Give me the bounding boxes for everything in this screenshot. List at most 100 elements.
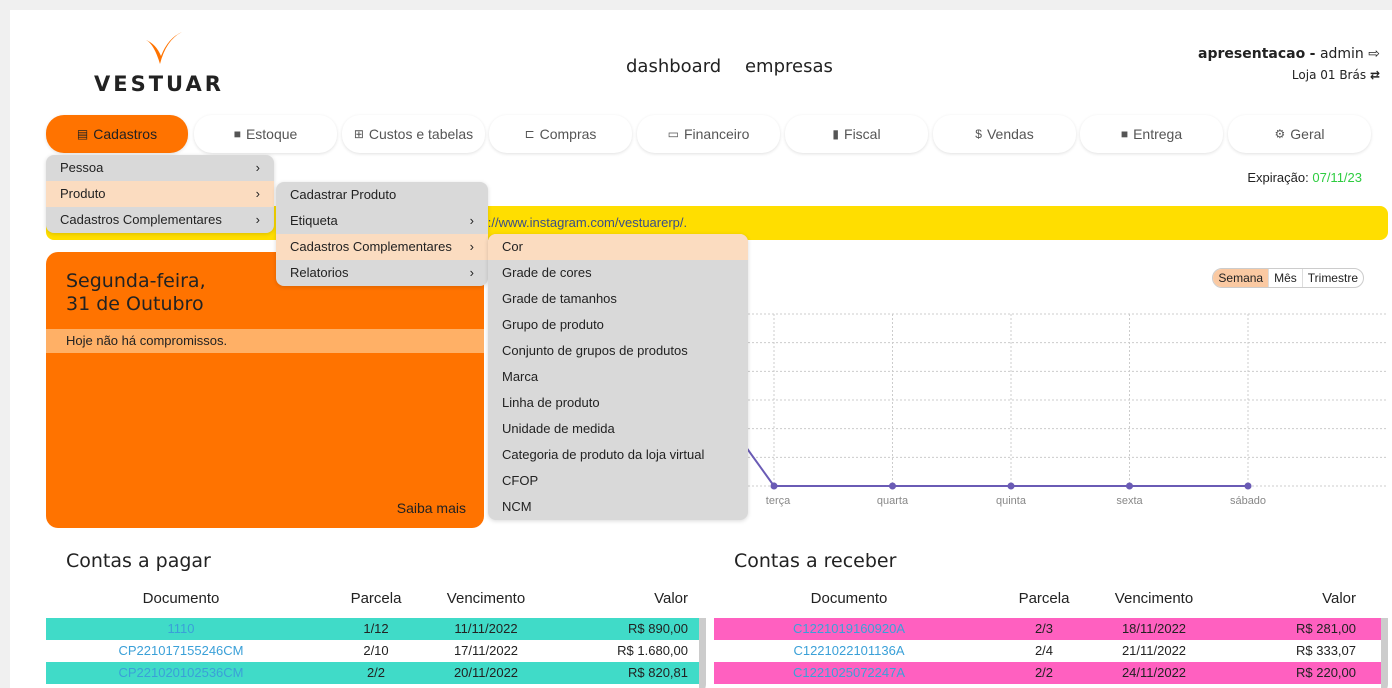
logo-mark-icon bbox=[146, 32, 182, 64]
cell-parcela: 2/3 bbox=[1034, 621, 1054, 636]
payables-title: Contas a pagar bbox=[66, 550, 211, 572]
tab-fiscal[interactable]: ▮ Fiscal bbox=[785, 115, 928, 153]
cell-documento[interactable]: C1221019160920A bbox=[754, 618, 944, 640]
menu-item-cadastros-complementares[interactable]: Cadastros Complementares › bbox=[276, 234, 488, 260]
menu-item-grade-de-tamanhos[interactable]: Grade de tamanhos bbox=[488, 286, 748, 312]
menu-item-cfop[interactable]: CFOP bbox=[488, 468, 748, 494]
menu-item-label: Linha de produto bbox=[502, 395, 600, 410]
period-semana[interactable]: Semana bbox=[1213, 269, 1269, 287]
cell-valor: R$ 220,00 bbox=[1296, 665, 1356, 680]
expiration: Expiração: 07/11/23 bbox=[1247, 170, 1362, 185]
switch-store-icon[interactable]: ⇄ bbox=[1370, 68, 1380, 82]
table-row[interactable]: CP221020102536CM 2/2 20/11/2022 R$ 820,81 bbox=[46, 662, 706, 684]
period-mes[interactable]: Mês bbox=[1268, 269, 1302, 287]
period-selector: Semana Mês Trimestre bbox=[1212, 268, 1364, 288]
expiration-date: 07/11/23 bbox=[1312, 170, 1362, 185]
col-parcela: Parcela bbox=[1018, 590, 1070, 607]
chart-x-tick-label: sábado bbox=[1230, 495, 1266, 507]
menu-item-produto[interactable]: Produto › bbox=[46, 181, 274, 207]
period-trimestre[interactable]: Trimestre bbox=[1301, 269, 1363, 287]
table-row[interactable]: C1221022101136A 2/4 21/11/2022 R$ 333,07 bbox=[714, 640, 1388, 662]
menu-item-conjunto-de-grupos-de-produtos[interactable]: Conjunto de grupos de produtos bbox=[488, 338, 748, 364]
credit-card-icon: ▭ bbox=[667, 127, 679, 141]
cell-valor: R$ 333,07 bbox=[1296, 643, 1356, 658]
tab-compras[interactable]: ⊏ Compras bbox=[489, 115, 632, 153]
logout-icon[interactable]: ⇨ bbox=[1368, 46, 1380, 62]
menu-item-etiqueta[interactable]: Etiqueta › bbox=[276, 208, 488, 234]
cell-documento[interactable]: C1221022101136A bbox=[754, 640, 944, 662]
nav-dashboard[interactable]: dashboard bbox=[626, 56, 721, 77]
menu-item-ncm[interactable]: NCM bbox=[488, 494, 748, 520]
menu-item-categoria-de-produto-da-loja-virtual[interactable]: Categoria de produto da loja virtual bbox=[488, 442, 748, 468]
tab-estoque[interactable]: ■ Estoque bbox=[194, 115, 337, 153]
cell-parcela: 2/4 bbox=[1034, 643, 1054, 658]
document-icon: ▤ bbox=[76, 127, 89, 141]
menu-item-label: Categoria de produto da loja virtual bbox=[502, 447, 705, 462]
tab-label: Compras bbox=[539, 126, 597, 142]
table-row[interactable]: C1221025072247A 2/2 24/11/2022 R$ 220,00 bbox=[714, 662, 1388, 684]
menu-item-cor[interactable]: Cor bbox=[488, 234, 748, 260]
cell-documento[interactable]: CP221017155246CM bbox=[86, 640, 276, 662]
menu-item-cadastros-complementares[interactable]: Cadastros Complementares › bbox=[46, 207, 274, 233]
tab-label: Cadastros bbox=[93, 126, 158, 142]
vestuar-logo[interactable]: VESTUAR bbox=[94, 28, 224, 98]
tab-geral[interactable]: ⚙ Geral bbox=[1228, 115, 1371, 153]
tab-label: Fiscal bbox=[844, 126, 881, 142]
col-documento: Documento bbox=[810, 590, 888, 607]
top-nav: dashboard empresas bbox=[626, 56, 851, 77]
expiration-label: Expiração: bbox=[1247, 170, 1309, 185]
menu-item-unidade-de-medida[interactable]: Unidade de medida bbox=[488, 416, 748, 442]
menu-item-linha-de-produto[interactable]: Linha de produto bbox=[488, 390, 748, 416]
chart-x-tick-label: quarta bbox=[877, 495, 909, 507]
menu-item-label: Relatorios bbox=[290, 265, 349, 280]
truck-icon: ■ bbox=[1120, 127, 1129, 141]
menu-item-label: NCM bbox=[502, 499, 532, 514]
menu-item-cadastrar-produto[interactable]: Cadastrar Produto bbox=[276, 182, 488, 208]
receivables-title: Contas a receber bbox=[734, 550, 897, 572]
cell-valor: R$ 281,00 bbox=[1296, 621, 1356, 636]
chart-point bbox=[889, 482, 896, 490]
menu-item-grade-de-cores[interactable]: Grade de cores bbox=[488, 260, 748, 286]
cell-documento[interactable]: 1110 bbox=[86, 618, 276, 640]
menu-cadastros-complementares: Cor Grade de cores Grade de tamanhos Grupo … bbox=[488, 234, 748, 520]
tab-financeiro[interactable]: ▭ Financeiro bbox=[637, 115, 780, 153]
tab-label: Estoque bbox=[245, 126, 298, 142]
tab-cadastros[interactable]: ▤ Cadastros bbox=[46, 115, 188, 153]
menu-item-relatorios[interactable]: Relatorios › bbox=[276, 260, 488, 286]
menu-item-label: Cadastrar Produto bbox=[290, 187, 397, 202]
table-row[interactable]: C1221019160920A 2/3 18/11/2022 R$ 281,00 bbox=[714, 618, 1388, 640]
agenda-message: Hoje não há compromissos. bbox=[46, 329, 484, 353]
menu-item-label: Cadastros Complementares bbox=[290, 239, 452, 254]
menu-item-label: Unidade de medida bbox=[502, 421, 615, 436]
cell-documento[interactable]: C1221025072247A bbox=[754, 662, 944, 684]
chart-point bbox=[1007, 482, 1015, 490]
user-separator: - bbox=[1309, 46, 1316, 62]
menu-item-pessoa[interactable]: Pessoa › bbox=[46, 155, 274, 181]
col-vencimento: Vencimento bbox=[1114, 590, 1194, 607]
table-row[interactable]: CP221017155246CM 2/10 17/11/2022 R$ 1.680,0… bbox=[46, 640, 706, 662]
cell-valor: R$ 820,81 bbox=[628, 665, 688, 680]
tab-entrega[interactable]: ■ Entrega bbox=[1080, 115, 1223, 153]
tab-vendas[interactable]: $ Vendas bbox=[933, 115, 1076, 153]
receivables-scrollbar[interactable] bbox=[1381, 618, 1388, 688]
menu-item-label: CFOP bbox=[502, 473, 539, 488]
agenda-more-link[interactable]: Saiba mais bbox=[397, 500, 466, 516]
agenda-card: Segunda-feira, 31 de Outubro Hoje não há… bbox=[46, 252, 484, 528]
tab-label: Entrega bbox=[1133, 126, 1183, 142]
cell-documento[interactable]: CP221020102536CM bbox=[86, 662, 276, 684]
menu-item-marca[interactable]: Marca bbox=[488, 364, 748, 390]
table-row[interactable]: 1110 1/12 11/11/2022 R$ 890,00 bbox=[46, 618, 706, 640]
chart-point bbox=[770, 482, 778, 490]
tab-label: Custos e tabelas bbox=[368, 126, 474, 142]
nav-empresas[interactable]: empresas bbox=[745, 56, 833, 77]
payables-scrollbar[interactable] bbox=[699, 618, 706, 688]
page: VESTUAR dashboard empresas apresentacao … bbox=[10, 10, 1392, 688]
truck-icon: ■ bbox=[233, 127, 241, 141]
tab-custos-e-tabelas[interactable]: ⊞ Custos e tabelas bbox=[342, 115, 485, 153]
menu-item-label: Produto bbox=[60, 186, 106, 201]
menu-item-label: Grade de tamanhos bbox=[502, 291, 617, 306]
cell-vencimento: 24/11/2022 bbox=[1121, 665, 1187, 680]
banner-link[interactable]: ps://www.instagram.com/vestuarerp/. bbox=[474, 215, 687, 230]
menu-item-grupo-de-produto[interactable]: Grupo de produto bbox=[488, 312, 748, 338]
chart-point bbox=[1244, 482, 1252, 490]
